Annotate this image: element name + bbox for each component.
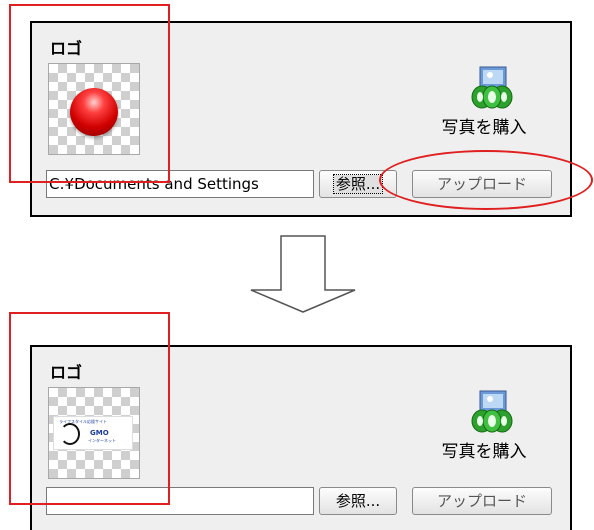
browse-button[interactable]: 参照... [319, 487, 397, 515]
logo-arc-shape [60, 423, 80, 445]
file-path-input[interactable] [46, 487, 314, 515]
buy-photo-button[interactable]: 写真を購入 [436, 389, 532, 469]
logo-upload-panel-after: ロゴ ライフスタイル応援サイト GMO インターネット 写真を購入 参照... … [30, 345, 572, 530]
upload-button[interactable]: アップロード [412, 170, 552, 198]
buy-photo-label: 写真を購入 [441, 442, 527, 462]
buy-photo-icon [471, 390, 513, 433]
browse-label: 参照... [332, 174, 384, 194]
file-path-input[interactable]: C:¥Documents and Settings [46, 170, 314, 198]
buy-photo-button[interactable]: 写真を購入 [436, 65, 532, 145]
logo-thumbnail [48, 63, 140, 155]
logo-image-text-line2: インターネット [88, 438, 116, 443]
logo-label: ロゴ [50, 363, 83, 382]
browse-button[interactable]: 参照... [319, 170, 397, 198]
logo-thumbnail: ライフスタイル応援サイト GMO インターネット [48, 387, 140, 479]
buy-photo-label: 写真を購入 [441, 118, 527, 138]
down-arrow-icon [250, 235, 356, 313]
upload-button[interactable]: アップロード [412, 487, 552, 515]
buy-photo-icon [471, 66, 513, 109]
logo-image-brand: GMO [90, 429, 109, 437]
uploaded-logo-image: ライフスタイル応援サイト GMO インターネット [53, 416, 133, 450]
logo-upload-panel-before: ロゴ 写真を購入 C:¥Documents and Settings 参照...… [30, 21, 572, 217]
logo-label: ロゴ [50, 39, 83, 58]
red-ball-icon [70, 88, 118, 136]
